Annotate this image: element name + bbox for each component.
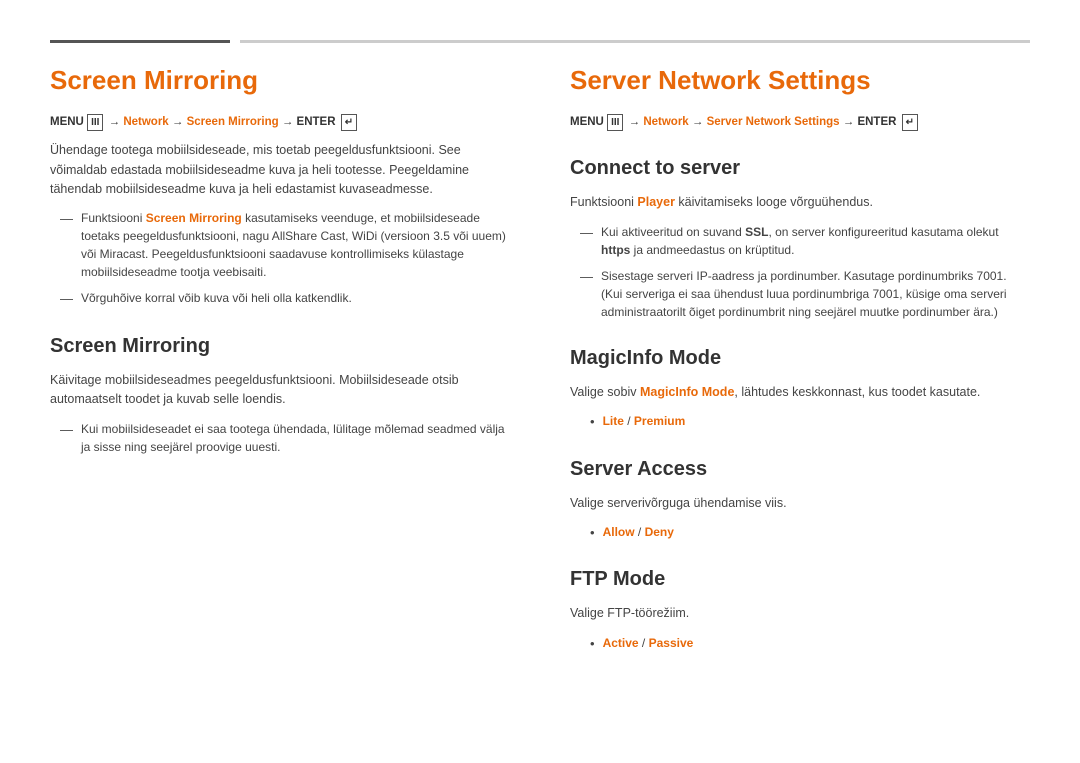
left-subsection-title: Screen Mirroring bbox=[50, 331, 510, 361]
server-access-title: Server Access bbox=[570, 454, 1030, 484]
connect-dash-2: Sisestage serveri IP-aadress ja pordinum… bbox=[570, 267, 1030, 321]
arrow2-right: → bbox=[692, 116, 707, 128]
network-right: Network bbox=[643, 116, 688, 128]
arrow3-right: → bbox=[843, 116, 858, 128]
arrow3-left: → bbox=[282, 116, 297, 128]
rule-dark bbox=[50, 40, 230, 43]
ftp-mode-body: Valige FTP-töörežiim. bbox=[570, 604, 1030, 623]
left-intro: Ühendage tootega mobiilsideseade, mis to… bbox=[50, 141, 510, 199]
server-access-bullet-1-text: Allow / Deny bbox=[603, 523, 674, 541]
left-sub-dash-1-text: Kui mobiilsideseadet ei saa tootega ühen… bbox=[81, 420, 510, 456]
enter-left: ENTER bbox=[297, 116, 336, 128]
premium-highlight: Premium bbox=[634, 414, 685, 428]
enter-icon-right: ↵ bbox=[902, 114, 918, 131]
top-rule bbox=[50, 40, 1030, 43]
screen-mirroring-highlight: Screen Mirroring bbox=[146, 211, 242, 225]
page: Screen Mirroring MENU III → Network → Sc… bbox=[0, 0, 1080, 763]
right-menu-path: MENU III → Network → Server Network Sett… bbox=[570, 114, 1030, 131]
magicinfo-title: MagicInfo Mode bbox=[570, 343, 1030, 373]
https-highlight: https bbox=[601, 243, 630, 257]
left-subsection-body: Käivitage mobiilsideseadmes peegeldusfun… bbox=[50, 371, 510, 410]
screen-mirroring-menu: Screen Mirroring bbox=[187, 116, 279, 128]
player-highlight: Player bbox=[637, 195, 675, 209]
menu-prefix-right: MENU bbox=[570, 116, 604, 128]
enter-right: ENTER bbox=[857, 116, 896, 128]
network-left: Network bbox=[123, 116, 168, 128]
ftp-mode-bullet-1: Active / Passive bbox=[570, 634, 1030, 654]
ftp-mode-bullet-1-text: Active / Passive bbox=[603, 634, 694, 652]
arrow1-left: → bbox=[109, 116, 124, 128]
server-network-menu: Server Network Settings bbox=[707, 116, 840, 128]
passive-highlight: Passive bbox=[649, 636, 694, 650]
connect-body: Funktsiooni Player käivitamiseks looge v… bbox=[570, 193, 1030, 212]
ssl-highlight: SSL bbox=[745, 225, 768, 239]
magicinfo-bullet-1: Lite / Premium bbox=[570, 412, 1030, 432]
deny-highlight: Deny bbox=[645, 525, 674, 539]
left-title: Screen Mirroring bbox=[50, 61, 510, 100]
server-access-bullet-1: Allow / Deny bbox=[570, 523, 1030, 543]
menu-icon-left: III bbox=[87, 114, 103, 131]
menu-icon-right: III bbox=[607, 114, 623, 131]
arrow2-left: → bbox=[172, 116, 187, 128]
magicinfo-body: Valige sobiv MagicInfo Mode, lähtudes ke… bbox=[570, 383, 1030, 402]
left-dash-2: Võrguhõive korral võib kuva või heli oll… bbox=[50, 289, 510, 309]
right-column: Server Network Settings MENU III → Netwo… bbox=[570, 61, 1030, 658]
lite-highlight: Lite bbox=[603, 414, 624, 428]
left-dash-1: Funktsiooni Screen Mirroring kasutamisek… bbox=[50, 209, 510, 281]
connect-dash-1-text: Kui aktiveeritud on suvand SSL, on serve… bbox=[601, 223, 1030, 259]
magicinfo-bullet-1-text: Lite / Premium bbox=[603, 412, 686, 430]
connect-title: Connect to server bbox=[570, 153, 1030, 183]
active-highlight: Active bbox=[603, 636, 639, 650]
left-dash-1-text: Funktsiooni Screen Mirroring kasutamisek… bbox=[81, 209, 510, 281]
allow-highlight: Allow bbox=[603, 525, 635, 539]
ftp-mode-title: FTP Mode bbox=[570, 564, 1030, 594]
left-sub-dash-1: Kui mobiilsideseadet ei saa tootega ühen… bbox=[50, 420, 510, 456]
left-column: Screen Mirroring MENU III → Network → Sc… bbox=[50, 61, 510, 658]
left-dash-2-text: Võrguhõive korral võib kuva või heli oll… bbox=[81, 289, 352, 307]
right-title: Server Network Settings bbox=[570, 61, 1030, 100]
magicinfo-highlight: MagicInfo Mode bbox=[640, 385, 734, 399]
server-access-body: Valige serverivõrguga ühendamise viis. bbox=[570, 494, 1030, 513]
left-menu-path: MENU III → Network → Screen Mirroring → … bbox=[50, 114, 510, 131]
enter-icon-left: ↵ bbox=[341, 114, 357, 131]
connect-dash-2-text: Sisestage serveri IP-aadress ja pordinum… bbox=[601, 267, 1030, 321]
rule-light bbox=[240, 40, 1030, 43]
columns: Screen Mirroring MENU III → Network → Sc… bbox=[50, 61, 1030, 658]
connect-dash-1: Kui aktiveeritud on suvand SSL, on serve… bbox=[570, 223, 1030, 259]
arrow1-right: → bbox=[629, 116, 644, 128]
menu-prefix-left: MENU bbox=[50, 116, 84, 128]
